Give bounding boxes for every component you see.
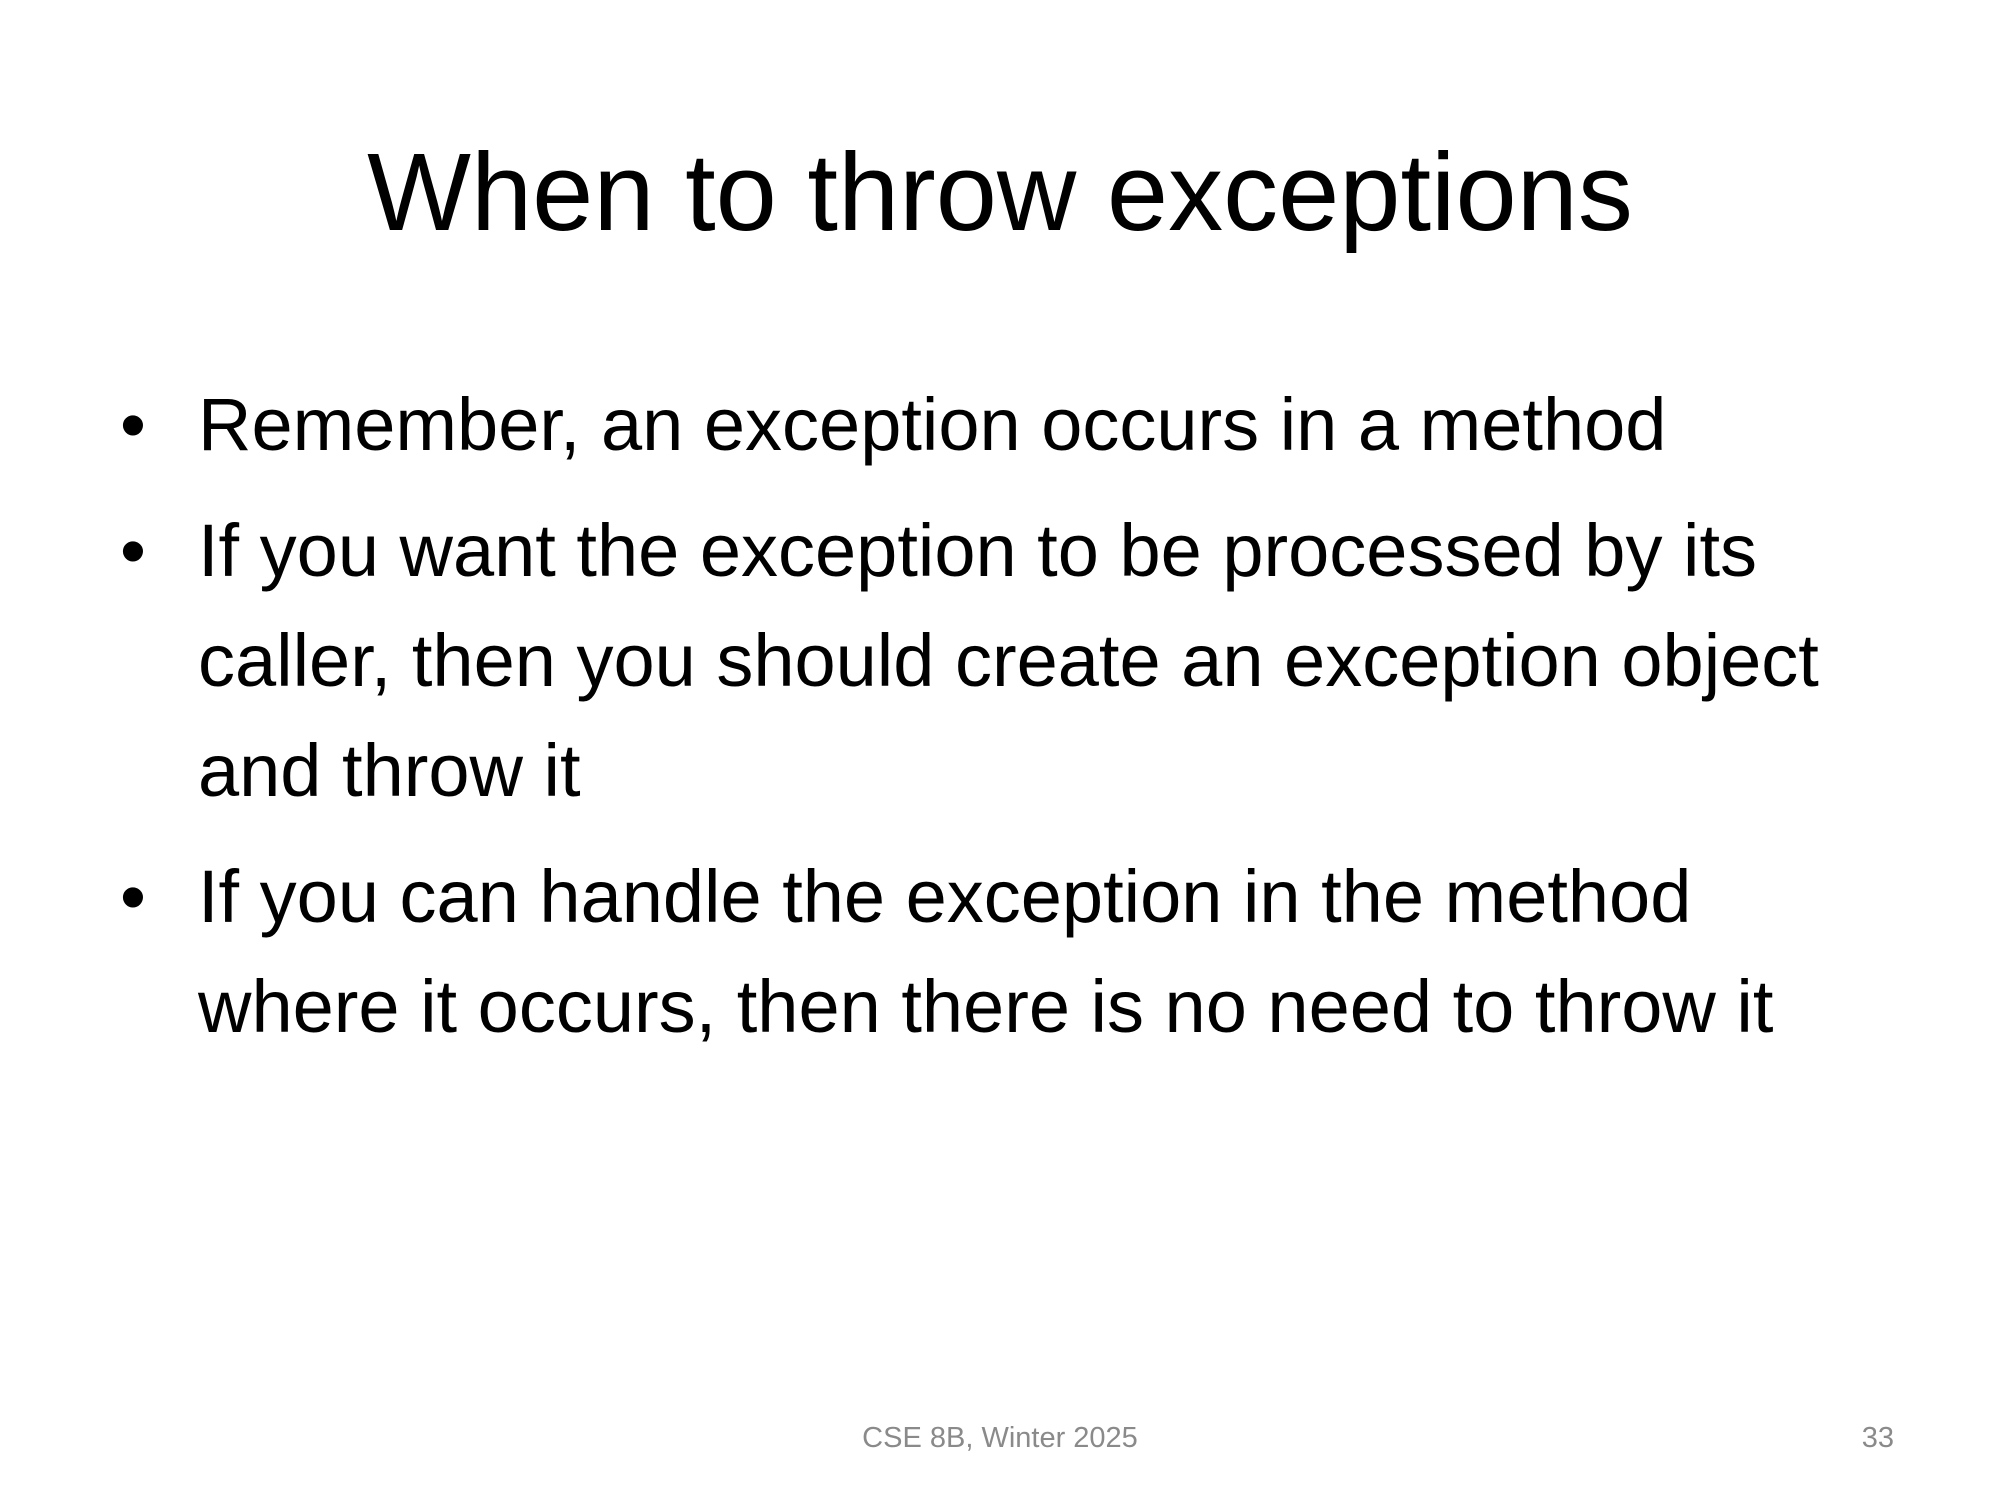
bullet-text: If you can handle the exception in the m…: [198, 855, 1774, 1048]
bullet-item: • If you want the exception to be proces…: [120, 496, 1900, 826]
bullet-item: • Remember, an exception occurs in a met…: [120, 370, 1900, 480]
bullet-dot-icon: •: [120, 509, 146, 592]
page-number: 33: [1861, 1422, 1894, 1454]
bullet-dot-icon: •: [120, 383, 146, 466]
bullet-dot-icon: •: [120, 855, 146, 938]
bullet-item: • If you can handle the exception in the…: [120, 842, 1900, 1062]
bullet-list: • Remember, an exception occurs in a met…: [120, 370, 1900, 1078]
slide-title: When to throw exceptions: [367, 131, 1633, 254]
bullet-text: Remember, an exception occurs in a metho…: [198, 383, 1667, 466]
slide-footer: CSE 8B, Winter 2025: [862, 1422, 1138, 1454]
bullet-text: If you want the exception to be processe…: [198, 509, 1819, 812]
slide: When to throw exceptions • Remember, an …: [0, 0, 2000, 1500]
